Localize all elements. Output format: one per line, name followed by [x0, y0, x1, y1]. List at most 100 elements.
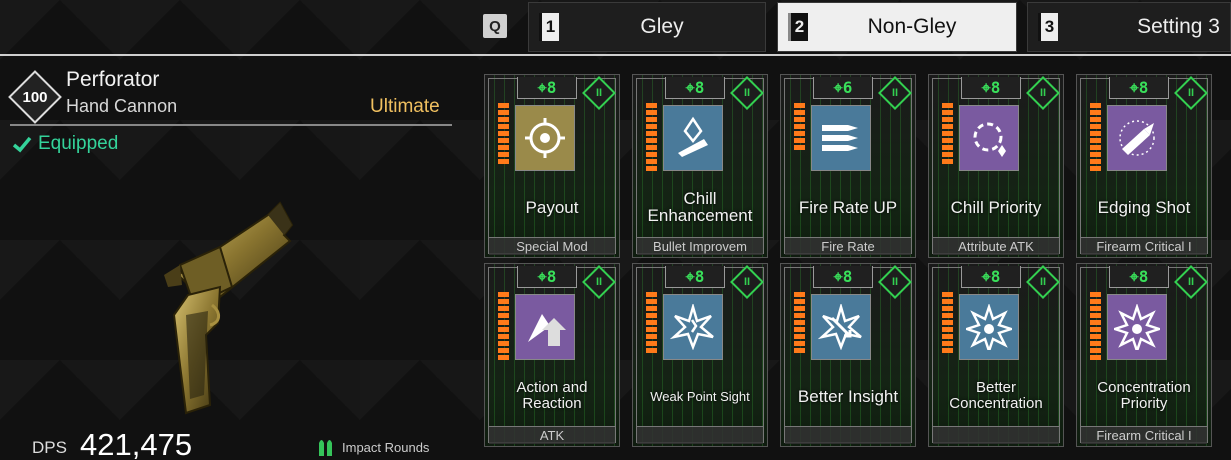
capacity-bar	[1090, 292, 1101, 297]
capacity-bar	[1090, 103, 1101, 108]
capacity-bars	[498, 103, 509, 164]
star-burst-icon	[1114, 304, 1160, 350]
capacity-symbol-icon: ⌖	[981, 77, 991, 97]
capacity-value: 8	[546, 78, 557, 97]
capacity-bar	[1090, 159, 1101, 164]
divider	[10, 124, 452, 126]
bullets-icon	[822, 125, 858, 151]
capacity-bar	[498, 124, 509, 129]
capacity-bar	[1090, 313, 1101, 318]
module-card[interactable]: ⌖ 8 II Weak Point Sight	[632, 263, 768, 447]
module-name: Edging Shot	[1097, 197, 1191, 217]
capacity-bar	[942, 152, 953, 157]
module-icon-box	[811, 294, 871, 360]
module-card[interactable]: ⌖ 6 II Fire Rate UP Fire Rate	[780, 74, 916, 258]
module-capacity: ⌖ 6	[813, 77, 873, 99]
tier-icon: II	[891, 87, 899, 99]
capacity-bar	[646, 152, 657, 157]
module-capacity: ⌖ 8	[1109, 77, 1169, 99]
capacity-bar	[646, 327, 657, 332]
module-name: Better Concentration	[949, 379, 1043, 412]
capacity-symbol-icon: ⌖	[685, 77, 695, 97]
tier-icon: II	[1039, 276, 1047, 288]
capacity-value: 8	[1138, 267, 1149, 286]
capacity-bar	[942, 299, 953, 304]
tab-gley[interactable]: 1 Gley	[528, 2, 766, 52]
ice-bullet-icon	[678, 116, 708, 157]
hotkey-q[interactable]: Q	[483, 14, 507, 38]
capacity-bar	[1090, 117, 1101, 122]
capacity-bar	[646, 306, 657, 311]
module-type: Bullet Improvem	[637, 237, 763, 255]
capacity-bar	[942, 320, 953, 325]
capacity-bar	[646, 334, 657, 339]
module-icon-box	[663, 294, 723, 360]
tier-icon: II	[1187, 87, 1195, 99]
capacity-bar	[1090, 341, 1101, 346]
capacity-bar	[942, 327, 953, 332]
capacity-bar	[942, 138, 953, 143]
capacity-bar	[1090, 320, 1101, 325]
module-card[interactable]: ⌖ 8 II Concentration Priority Firearm Critic…	[1076, 263, 1212, 447]
tab-label: Non-Gley	[867, 15, 957, 38]
capacity-bar	[942, 159, 953, 164]
insight-burst-icon	[818, 304, 862, 350]
weak-point-icon	[670, 304, 714, 350]
tab-number: 1	[539, 13, 559, 41]
module-card[interactable]: ⌖ 8 II Better Insight	[780, 263, 916, 447]
tab-label: Setting 3	[1137, 15, 1220, 38]
capacity-symbol-icon: ⌖	[537, 77, 547, 97]
tab-non-gley[interactable]: 2 Non-Gley	[777, 2, 1017, 52]
chill-burst-icon	[973, 122, 1006, 157]
module-type: Firearm Critical I	[1081, 237, 1207, 255]
capacity-value: 8	[546, 267, 557, 286]
weapon-level: 100	[22, 88, 48, 106]
tier-icon: II	[891, 276, 899, 288]
capacity-bars	[1090, 103, 1101, 171]
capacity-bar	[646, 117, 657, 122]
capacity-bar	[942, 348, 953, 353]
module-card[interactable]: ⌖ 8 II Payout Special Mod	[484, 74, 620, 258]
capacity-bar	[1090, 348, 1101, 353]
ammo-label: Impact Rounds	[342, 439, 430, 455]
hand-cannon-image	[164, 201, 294, 415]
capacity-bar	[1090, 131, 1101, 136]
weapon-type: Hand Cannon	[66, 96, 178, 116]
module-name: Chill Priority	[950, 197, 1042, 217]
capacity-value: 8	[842, 267, 853, 286]
capacity-bar	[1090, 138, 1101, 143]
module-name: Payout	[525, 197, 579, 217]
module-card[interactable]: ⌖ 8 II Edging Shot Firearm Critical I	[1076, 74, 1212, 258]
capacity-bar	[1090, 166, 1101, 171]
capacity-bar	[942, 313, 953, 318]
capacity-bar	[1090, 110, 1101, 115]
module-card[interactable]: ⌖ 8 II Chill Priority Attribute ATK	[928, 74, 1064, 258]
tier-icon: II	[743, 87, 751, 99]
module-card[interactable]: ⌖ 8 II Chill Enhancement Bullet Improvem	[632, 74, 768, 258]
module-card[interactable]: ⌖ 8 II Action and Reaction ATK	[484, 263, 620, 447]
capacity-bar	[794, 313, 805, 318]
capacity-bar	[794, 327, 805, 332]
ammo-icon	[319, 440, 332, 456]
capacity-bar	[498, 341, 509, 346]
capacity-symbol-icon: ⌖	[537, 266, 547, 286]
capacity-symbol-icon: ⌖	[1129, 77, 1139, 97]
module-card[interactable]: ⌖ 8 II Better Concentration	[928, 263, 1064, 447]
capacity-bar	[498, 334, 509, 339]
capacity-bar	[1090, 124, 1101, 129]
tab-setting-3[interactable]: 3 Setting 3	[1027, 2, 1231, 52]
capacity-bars	[646, 103, 657, 171]
capacity-bar	[498, 327, 509, 332]
module-icon-box	[959, 105, 1019, 171]
check-icon	[12, 136, 32, 153]
module-capacity: ⌖ 8	[517, 266, 577, 288]
capacity-bar	[1090, 355, 1101, 360]
module-capacity: ⌖ 8	[1109, 266, 1169, 288]
weapon-name: Perforator	[66, 68, 160, 91]
capacity-bar	[942, 341, 953, 346]
capacity-bar	[498, 348, 509, 353]
capacity-bar	[794, 117, 805, 122]
module-name: Concentration Priority	[1097, 379, 1191, 412]
capacity-bar	[646, 138, 657, 143]
capacity-bar	[942, 306, 953, 311]
